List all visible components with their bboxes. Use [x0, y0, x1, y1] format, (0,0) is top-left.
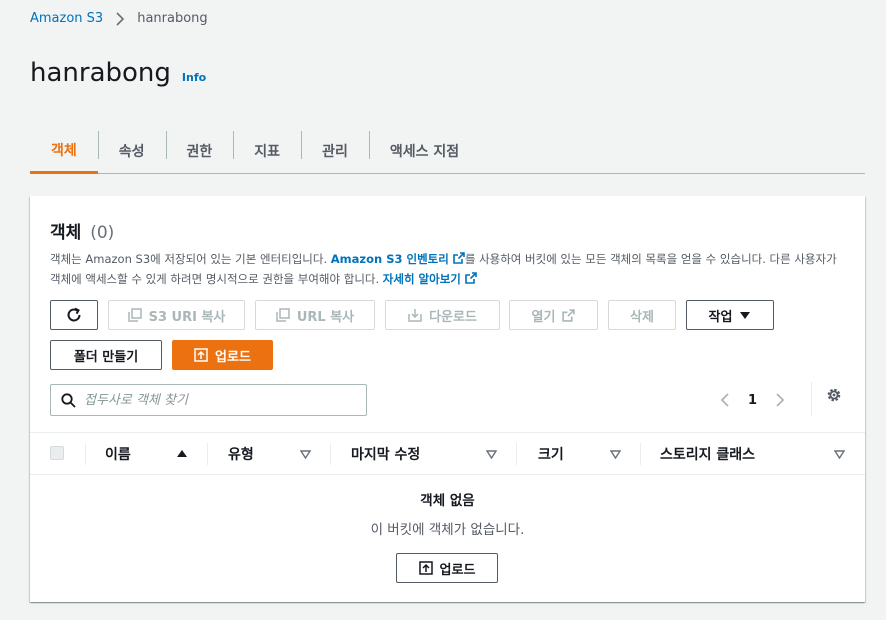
download-label: 다운로드	[429, 309, 477, 325]
column-last-modified-label: 마지막 수정	[351, 447, 421, 463]
table-header: 이름 유형 마지막 수정 크기 스토리지 클래스	[30, 432, 865, 475]
download-icon	[408, 309, 422, 322]
column-size-label: 크기	[538, 447, 564, 463]
empty-upload-label: 업로드	[439, 562, 476, 578]
tab-metrics[interactable]: 지표	[233, 129, 301, 173]
refresh-button[interactable]	[50, 300, 98, 330]
column-storage-class[interactable]: 스토리지 클래스	[660, 433, 755, 475]
objects-description: 객체는 Amazon S3에 저장되어 있는 기본 엔터티입니다. Amazon…	[50, 249, 850, 289]
page-title: hanrabong	[30, 58, 171, 88]
copy-url-label: URL 복사	[296, 309, 355, 325]
upload-icon	[418, 561, 433, 575]
column-size[interactable]: 크기	[538, 433, 564, 475]
copy-s3-uri-label: S3 URI 복사	[148, 309, 226, 325]
select-all-checkbox[interactable]	[50, 446, 64, 460]
actions-dropdown[interactable]: 작업	[686, 300, 774, 330]
objects-count: (0)	[90, 223, 115, 243]
inventory-link[interactable]: Amazon S3 인벤토리	[331, 252, 465, 266]
external-link-icon	[562, 308, 576, 322]
search-input[interactable]	[84, 392, 344, 408]
copy-s3-uri-button[interactable]: S3 URI 복사	[108, 300, 245, 330]
column-last-modified[interactable]: 마지막 수정	[351, 433, 420, 475]
objects-panel: 객체 (0) 객체는 Amazon S3에 저장되어 있는 기본 엔터티입니다.…	[30, 196, 865, 602]
breadcrumb-current: hanrabong	[137, 11, 208, 26]
column-divider	[85, 443, 86, 465]
empty-upload-button[interactable]: 업로드	[396, 553, 498, 583]
info-link[interactable]: Info	[182, 71, 206, 84]
tab-bar: 객체 속성 권한 지표 관리 액세스 지점	[30, 129, 865, 174]
refresh-icon	[67, 307, 81, 322]
delete-label: 삭제	[630, 309, 654, 325]
column-divider	[640, 443, 641, 465]
sort-icon[interactable]	[486, 450, 497, 459]
desc-text-1: 객체는 Amazon S3에 저장되어 있는 기본 엔터티입니다.	[50, 252, 331, 266]
sort-icon[interactable]	[300, 450, 311, 459]
empty-state-description: 이 버킷에 객체가 없습니다.	[370, 522, 525, 538]
tab-access-points[interactable]: 액세스 지점	[368, 129, 480, 173]
pager-divider	[811, 382, 812, 416]
upload-button[interactable]: 업로드	[172, 340, 273, 370]
chevron-left-icon[interactable]	[720, 392, 730, 408]
upload-icon	[194, 348, 208, 362]
sort-icon[interactable]	[610, 450, 621, 459]
caret-down-icon	[740, 311, 751, 319]
open-button[interactable]: 열기	[509, 300, 598, 330]
external-link-icon	[453, 252, 465, 264]
page-number[interactable]: 1	[748, 393, 757, 408]
column-name-label: 이름	[105, 447, 131, 463]
copy-icon	[127, 308, 142, 322]
pagination: 1	[720, 384, 785, 416]
tab-permissions[interactable]: 권한	[165, 129, 234, 173]
column-divider	[516, 443, 517, 465]
copy-icon	[276, 308, 290, 322]
column-divider	[207, 443, 208, 465]
page-header: hanrabong Info	[30, 58, 206, 88]
column-type[interactable]: 유형	[228, 433, 254, 475]
actions-label: 작업	[708, 309, 733, 325]
tab-objects[interactable]: 객체	[30, 129, 98, 174]
sort-ascending-icon[interactable]	[176, 449, 188, 458]
create-folder-button[interactable]: 폴더 만들기	[50, 340, 162, 370]
sort-icon[interactable]	[834, 450, 845, 459]
empty-state-title: 객체 없음	[420, 493, 475, 509]
copy-url-button[interactable]: URL 복사	[255, 300, 375, 330]
chevron-right-icon	[116, 11, 125, 26]
learn-more-link[interactable]: 자세히 알아보기	[383, 272, 477, 286]
external-link-icon	[465, 272, 477, 284]
objects-title: 객체	[50, 223, 82, 243]
tab-properties[interactable]: 속성	[97, 129, 166, 173]
column-type-label: 유형	[228, 447, 254, 463]
open-label: 열기	[531, 309, 556, 325]
breadcrumb: Amazon S3 hanrabong	[30, 11, 208, 26]
objects-heading: 객체 (0)	[50, 218, 114, 243]
column-divider	[330, 443, 331, 465]
gear-icon[interactable]	[825, 386, 843, 404]
column-storage-class-label: 스토리지 클래스	[660, 447, 756, 463]
search-field	[50, 384, 367, 416]
delete-button[interactable]: 삭제	[608, 300, 676, 330]
upload-label: 업로드	[215, 349, 251, 365]
tab-management[interactable]: 관리	[301, 129, 369, 173]
download-button[interactable]: 다운로드	[385, 300, 500, 330]
create-folder-label: 폴더 만들기	[73, 349, 139, 365]
breadcrumb-amazon-s3[interactable]: Amazon S3	[30, 11, 103, 26]
chevron-right-icon[interactable]	[775, 392, 785, 408]
search-icon	[61, 392, 76, 408]
